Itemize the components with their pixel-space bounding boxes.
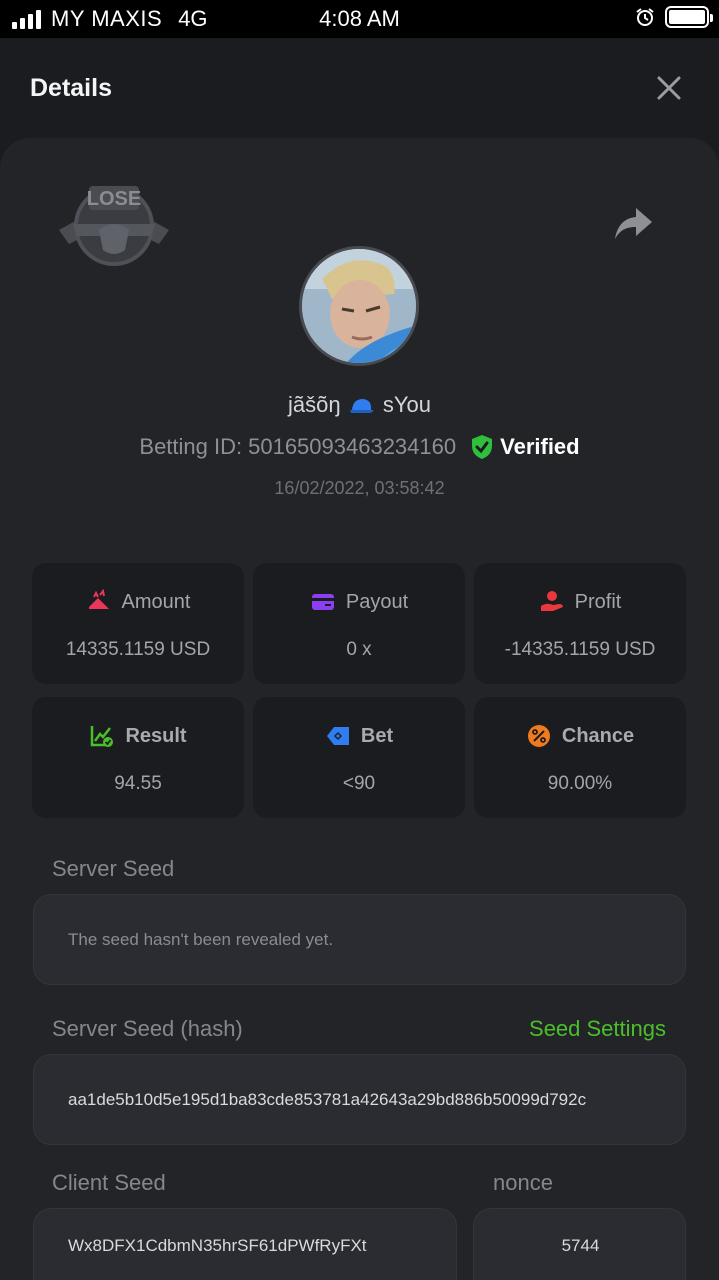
betting-id-row: Betting ID: 50165093463234160 Verified: [0, 434, 719, 460]
seed-settings-link[interactable]: Seed Settings: [529, 1016, 666, 1042]
client-seed-label: Client Seed: [52, 1170, 166, 1195]
cap-emoji-icon: [349, 399, 374, 414]
server-seed-hash-label: Server Seed (hash): [52, 1016, 243, 1041]
result-icon: [91, 726, 114, 747]
client-seed-value: Wx8DFX1CdbmN35hrSF61dPWfRyFXt: [68, 1235, 367, 1255]
stat-label: Payout: [345, 590, 409, 613]
stat-value: 0 x: [346, 639, 372, 660]
avatar: [299, 246, 419, 366]
username-part1: jãšõŋ: [288, 392, 341, 417]
page-title: Details: [30, 74, 112, 102]
stat-label: Result: [125, 724, 187, 747]
payout-icon: [311, 594, 334, 610]
verified-label: Verified: [500, 434, 580, 459]
stat-label: Chance: [561, 724, 635, 747]
nonce-field[interactable]: 5744: [473, 1208, 686, 1280]
server-seed-hash-value: aa1de5b10d5e195d1ba83cde853781a42643a29b…: [68, 1089, 587, 1109]
clock: 4:08 AM: [319, 6, 400, 31]
betting-id-label: Betting ID:: [139, 434, 243, 459]
share-icon[interactable]: [612, 204, 654, 244]
stat-value: 90.00%: [547, 773, 613, 794]
stat-value: -14335.1159 USD: [504, 639, 656, 660]
status-bar: MY MAXIS 4G 4:08 AM: [0, 0, 719, 38]
alarm-icon: [636, 8, 654, 26]
betting-id-value: 50165093463234160: [248, 434, 457, 459]
nonce-value: 5744: [561, 1235, 600, 1255]
stat-amount: Amount 14335.1159 USD: [32, 563, 244, 684]
profit-icon: [540, 591, 563, 611]
username: jãšõŋ sYou: [0, 392, 719, 418]
stat-label: Amount: [121, 590, 191, 613]
status-right: [635, 6, 713, 28]
server-seed-hash-field[interactable]: aa1de5b10d5e195d1ba83cde853781a42643a29b…: [33, 1054, 686, 1145]
stat-value: 94.55: [114, 773, 162, 794]
stat-chance: Chance 90.00%: [474, 697, 686, 818]
server-seed-value: The seed hasn't been revealed yet.: [68, 929, 334, 949]
stat-payout: Payout 0 x: [253, 563, 465, 684]
close-icon[interactable]: [655, 74, 683, 102]
stat-value: <90: [342, 773, 376, 794]
stat-result: Result 94.55: [32, 697, 244, 818]
stat-bet: Bet <90: [253, 697, 465, 818]
stats-grid: Amount 14335.1159 USD Payout 0 x Profit …: [32, 563, 687, 818]
stat-profit: Profit -14335.1159 USD: [474, 563, 686, 684]
bet-datetime: 16/02/2022, 03:58:42: [274, 478, 445, 498]
lose-badge-icon: LOSE: [59, 186, 169, 266]
amount-icon: [88, 589, 109, 609]
battery-icon: [665, 6, 713, 28]
chance-icon: [527, 725, 550, 747]
server-seed-label: Server Seed: [52, 856, 175, 881]
nonce-label: nonce: [493, 1170, 553, 1195]
stat-label: Bet: [360, 724, 394, 747]
stat-value: 14335.1159 USD: [65, 639, 211, 660]
bet-icon: [326, 727, 349, 745]
details-header: Details: [0, 38, 719, 138]
server-seed-field[interactable]: The seed hasn't been revealed yet.: [33, 894, 686, 985]
lose-badge-text: LOSE: [87, 188, 141, 210]
verified-shield-icon: [472, 435, 493, 459]
client-seed-field[interactable]: Wx8DFX1CdbmN35hrSF61dPWfRyFXt: [33, 1208, 457, 1280]
username-part2: sYou: [382, 392, 431, 417]
stat-label: Profit: [574, 590, 622, 613]
